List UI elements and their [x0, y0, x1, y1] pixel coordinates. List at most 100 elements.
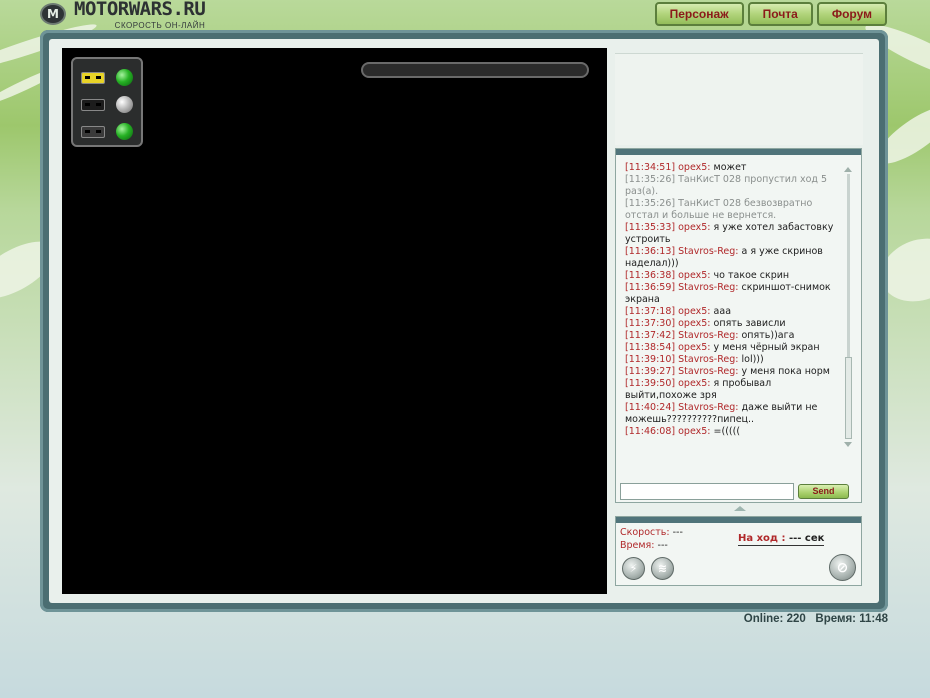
chat-message: [11:34:51] opex5: может [625, 162, 840, 174]
logo-subtitle: СКОРОСТЬ ОН-ЛАЙН [114, 21, 206, 30]
chat-message: [11:39:10] Stavros-Reg: lol))) [625, 354, 840, 366]
chat-message-time: [11:38:54] [625, 342, 676, 353]
side-banner-area [615, 53, 863, 145]
chat-header-bar [616, 149, 861, 155]
chat-message-time: [11:36:59] [625, 282, 676, 293]
chat-scrollbar[interactable] [844, 167, 853, 447]
chat-message-user[interactable]: Stavros-Reg: [678, 402, 738, 413]
game-progress-bar [361, 62, 589, 78]
chat-message-time: [11:35:26] [625, 198, 676, 209]
car-icon [81, 71, 105, 84]
top-navigation: Персонаж Почта Форум [654, 2, 887, 26]
player-row [81, 91, 133, 118]
nitro-button[interactable]: ⚡ [622, 557, 645, 580]
chat-message-text: может [713, 162, 747, 173]
speed-value: --- [672, 527, 683, 538]
time-value: --- [657, 540, 668, 551]
time-label: Время: [620, 540, 655, 551]
chat-message-time: [11:37:42] [625, 330, 676, 341]
nav-forum-button[interactable]: Форум [816, 2, 887, 26]
send-button[interactable]: Send [798, 483, 849, 499]
time-stat: Время: --- [620, 540, 668, 551]
chat-input-row: Send [620, 482, 858, 500]
chat-message-user[interactable]: Stavros-Reg: [678, 282, 738, 293]
car-icon [81, 98, 105, 111]
chat-message-user[interactable]: Stavros-Reg: [678, 366, 738, 377]
chat-message-time: [11:39:27] [625, 366, 676, 377]
panel-collapse-arrow-icon[interactable] [734, 506, 746, 511]
chat-message: [11:46:08] opex5: =((((( [625, 426, 840, 438]
chat-message-text: чо такое скрин [713, 270, 790, 281]
chat-message: [11:37:30] opex5: опять зависли [625, 318, 840, 330]
server-time-value: 11:48 [859, 613, 888, 625]
chat-message-user[interactable]: opex5: [678, 318, 710, 329]
status-header-bar [616, 517, 861, 523]
chat-message-text: =((((( [713, 426, 741, 437]
chat-message-time: [11:36:38] [625, 270, 676, 281]
chat-message-user[interactable]: opex5: [678, 222, 710, 233]
scroll-thumb[interactable] [845, 357, 852, 439]
chat-message-text: опять зависли [713, 318, 786, 329]
scroll-up-arrow-icon[interactable] [844, 167, 852, 172]
chat-message: [11:39:50] opex5: я пробывал выйти,похож… [625, 378, 840, 402]
chat-message-time: [11:39:10] [625, 354, 676, 365]
chat-message-input[interactable] [620, 482, 794, 500]
chat-message-user[interactable]: Stavros-Reg: [678, 330, 738, 341]
status-light-icon [116, 69, 133, 86]
chat-message-time: [11:37:18] [625, 306, 676, 317]
chat-message-text: опять))ага [741, 330, 795, 341]
turn-label: На ход : [738, 533, 786, 544]
nav-character-button[interactable]: Персонаж [654, 2, 744, 26]
scroll-down-arrow-icon[interactable] [844, 442, 852, 447]
chat-message-time: [11:35:26] [625, 174, 676, 185]
status-light-icon [116, 96, 133, 113]
quit-button[interactable]: ⊘ [829, 554, 856, 581]
chat-message: [11:37:18] opex5: ааа [625, 306, 840, 318]
chat-message-user[interactable]: opex5: [678, 342, 710, 353]
chat-message: [11:35:33] opex5: я уже хотел забастовку… [625, 222, 840, 246]
signal-waves-icon: ≋ [657, 562, 668, 575]
logo-wheel-icon: M [40, 3, 66, 25]
game-canvas[interactable] [62, 48, 607, 594]
chat-message: [11:39:27] Stavros-Reg: у меня пока норм [625, 366, 840, 378]
player-list [71, 57, 143, 147]
player-row [81, 118, 133, 145]
lightning-icon: ⚡ [629, 562, 638, 575]
chat-message-time: [11:46:08] [625, 426, 676, 437]
logo-text: MOTORWARS.RU СКОРОСТЬ ОН-ЛАЙН [74, 0, 206, 30]
chat-message-user[interactable]: opex5: [678, 378, 710, 389]
signal-button[interactable]: ≋ [651, 557, 674, 580]
site-logo[interactable]: M MOTORWARS.RU СКОРОСТЬ ОН-ЛАЙН [40, 0, 206, 30]
chat-log: [11:34:51] opex5: может [11:35:26] ТанКис… [625, 162, 840, 447]
chat-panel: [11:34:51] opex5: может [11:35:26] ТанКис… [615, 148, 862, 503]
chat-message: [11:38:54] opex5: у меня чёрный экран [625, 342, 840, 354]
turn-value: --- сек [788, 533, 825, 544]
server-time-label: Время: [815, 613, 857, 625]
chat-message: [11:35:26] ТанКисТ 028 безвозвратно отст… [625, 198, 840, 222]
chat-message-user[interactable]: Stavros-Reg: [678, 246, 738, 257]
speed-stat: Скорость: --- [620, 527, 683, 538]
footer-stats: Online: 220 Время: 11:48 [744, 613, 888, 625]
online-label: Online: [743, 613, 784, 625]
nav-mail-button[interactable]: Почта [747, 2, 813, 26]
chat-message-user[interactable]: Stavros-Reg: [678, 354, 738, 365]
chat-message-text: у меня пока норм [741, 366, 830, 377]
chat-message-user[interactable]: opex5: [678, 426, 710, 437]
chat-message: [11:40:24] Stavros-Reg: даже выйти не мо… [625, 402, 840, 426]
chat-message-text: ааа [713, 306, 732, 317]
chat-message-user[interactable]: opex5: [678, 270, 710, 281]
chat-message: [11:36:59] Stavros-Reg: скриншот-снимок … [625, 282, 840, 306]
chat-message-time: [11:39:50] [625, 378, 676, 389]
chat-message-user[interactable]: opex5: [678, 306, 710, 317]
chat-message: [11:36:38] opex5: чо такое скрин [625, 270, 840, 282]
chat-message: [11:35:26] ТанКисТ 028 пропустил ход 5 р… [625, 174, 840, 198]
logo-title: MOTORWARS.RU [74, 0, 206, 20]
no-entry-icon: ⊘ [836, 559, 849, 576]
chat-message-time: [11:37:30] [625, 318, 676, 329]
chat-message-user[interactable]: opex5: [678, 162, 710, 173]
chat-message: [11:37:42] Stavros-Reg: опять))ага [625, 330, 840, 342]
chat-message-time: [11:35:33] [625, 222, 676, 233]
chat-message: [11:36:13] Stavros-Reg: а я уже скринов … [625, 246, 840, 270]
chat-message-text: lol))) [741, 354, 764, 365]
chat-message-text: у меня чёрный экран [713, 342, 820, 353]
